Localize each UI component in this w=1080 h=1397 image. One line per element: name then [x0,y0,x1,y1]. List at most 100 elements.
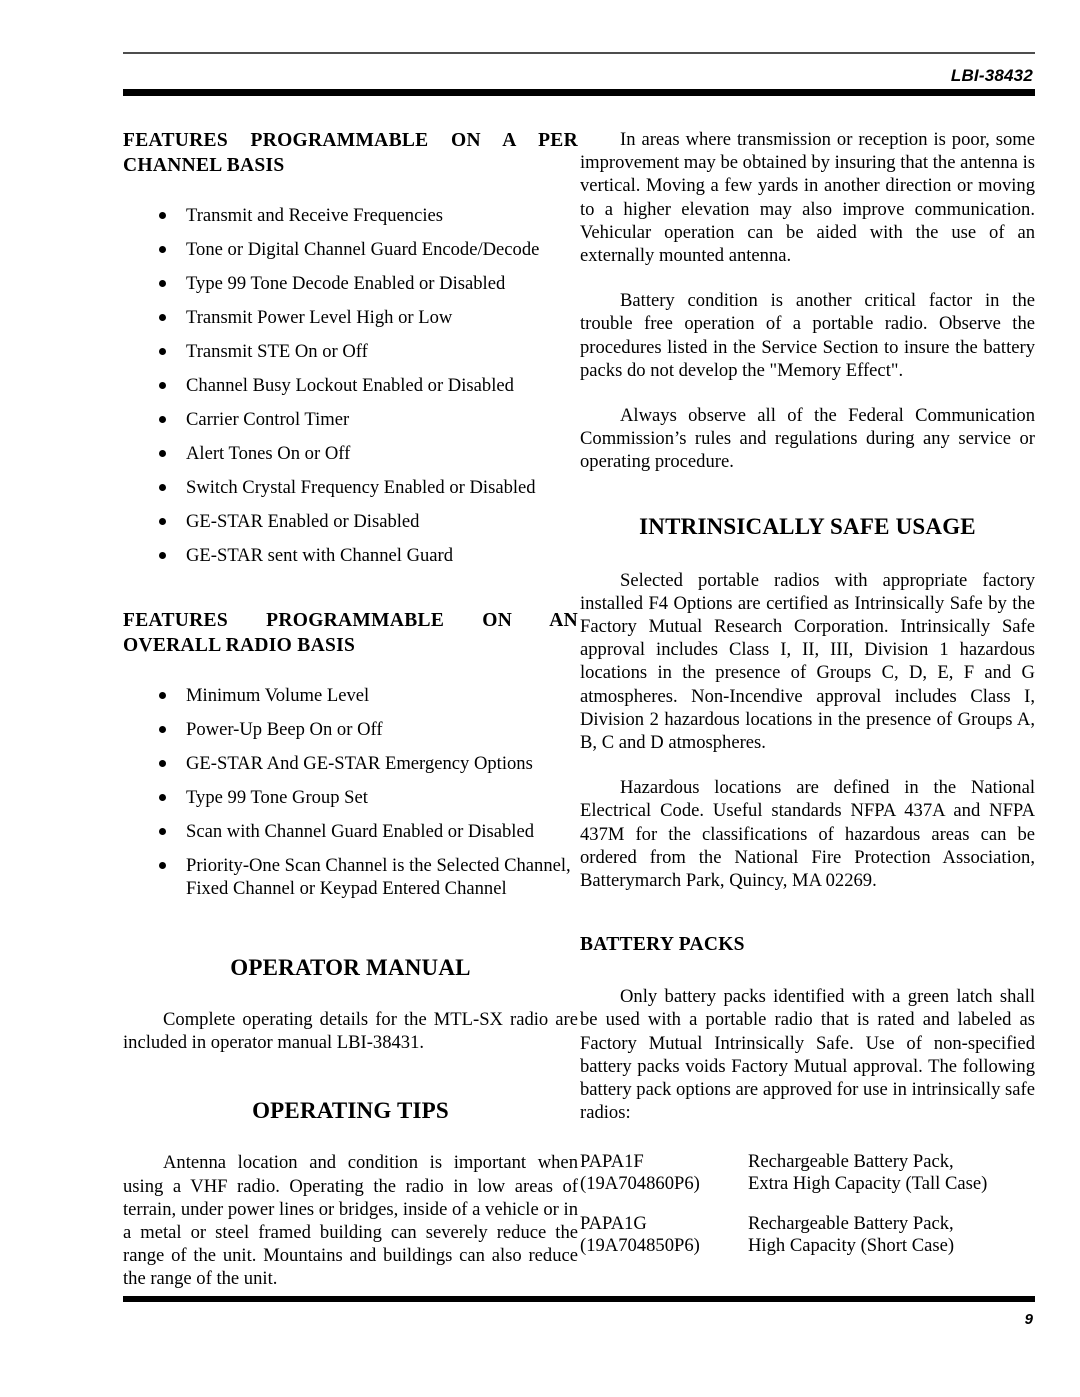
bullet-icon [159,314,166,321]
list-item: GE-STAR sent with Channel Guard [123,544,578,567]
bullet-icon [159,518,166,525]
bullet-icon [159,760,166,767]
page-number: 9 [1024,1311,1033,1328]
battery-description-line2: Extra High Capacity (Tall Case) [748,1172,988,1194]
bullet-icon [159,692,166,699]
paragraph-operating-tips: Antenna location and condition is import… [123,1152,578,1290]
page-footer: 9 [123,1296,1035,1328]
table-row-spacer [580,1195,1035,1213]
table-row: PAPA1F Rechargeable Battery Pack, [580,1151,1035,1173]
bullet-icon [159,280,166,287]
list-item-label: GE-STAR Enabled or Disabled [186,511,420,532]
battery-description-line2: High Capacity (Short Case) [748,1234,955,1256]
list-item-label: Type 99 Tone Decode Enabled or Disabled [186,273,506,294]
list-item-label: Minimum Volume Level [186,685,370,706]
heading-features-per-channel: FEATURES PROGRAMMABLE ON A PER CHANNEL B… [123,130,578,176]
list-item-label: Alert Tones On or Off [186,443,351,464]
heading-intrinsically-safe-usage: INTRINSICALLY SAFE USAGE [639,513,976,539]
heading-operator-manual: OPERATOR MANUAL [230,955,471,980]
paragraph-fcc-regulations: Always observe all of the Federal Commun… [580,405,1035,473]
heading-battery-packs: BATTERY PACKS [580,934,745,956]
list-item: GE-STAR Enabled or Disabled [123,510,578,533]
list-item-label: Channel Busy Lockout Enabled or Disabled [186,375,514,396]
list-item: Transmit Power Level High or Low [123,306,578,329]
battery-description-line1: Rechargeable Battery Pack, [748,1212,954,1234]
list-item: Transmit STE On or Off [123,340,578,363]
bullet-icon [159,348,166,355]
list-item: Type 99 Tone Decode Enabled or Disabled [123,272,578,295]
list-item-label: GE-STAR And GE-STAR Emergency Options [186,753,533,774]
document-page: LBI-38432 FEATURES PROGRAMMABLE ON A PER… [0,0,1080,1397]
bullet-icon [159,552,166,559]
list-item-label: Tone or Digital Channel Guard Encode/Dec… [186,239,540,260]
list-item-label: Carrier Control Timer [186,409,350,430]
list-item-label: Transmit STE On or Off [186,341,368,362]
heading-features-overall-radio: FEATURES PROGRAMMABLE ON AN OVERALL RADI… [123,610,578,656]
paragraph-battery-condition: Battery condition is another critical fa… [580,290,1035,381]
paragraph-antenna-guidance: In areas where transmission or reception… [580,129,1035,267]
bullet-icon [159,726,166,733]
list-item: Minimum Volume Level [123,684,578,707]
bullet-icon [159,484,166,491]
document-id-label: LBI-38432 [950,66,1033,85]
battery-model: PAPA1F [580,1150,644,1172]
list-item: Transmit and Receive Frequencies [123,204,578,227]
bullet-icon [159,416,166,423]
paragraph-battery-packs: Only battery packs identified with a gre… [580,986,1035,1124]
bullet-icon [159,828,166,835]
list-item: Scan with Channel Guard Enabled or Disab… [123,820,578,843]
paragraph-operator-manual: Complete operating details for the MTL-S… [123,1009,578,1054]
battery-options-table: PAPA1F Rechargeable Battery Pack, (19A70… [580,1151,1035,1257]
list-item: Power-Up Beep On or Off [123,718,578,741]
list-item: Type 99 Tone Group Set [123,786,578,809]
list-per-channel-features: Transmit and Receive Frequencies Tone or… [123,204,578,567]
list-item: Channel Busy Lockout Enabled or Disabled [123,374,578,397]
list-item-label: Power-Up Beep On or Off [186,719,383,740]
list-item: Priority-One Scan Channel is the Selecte… [123,854,578,900]
battery-part-number: (19A704850P6) [580,1234,700,1256]
battery-description-line1: Rechargeable Battery Pack, [748,1150,954,1172]
bullet-icon [159,212,166,219]
paragraph-intrinsically-safe: Selected portable radios with appropriat… [580,569,1035,754]
right-column: In areas where transmission or reception… [580,128,1035,1257]
bullet-icon [159,794,166,801]
battery-model: PAPA1G [580,1212,647,1234]
list-item-label: Transmit Power Level High or Low [186,307,453,328]
bullet-icon [159,246,166,253]
list-overall-radio-features: Minimum Volume Level Power-Up Beep On or… [123,684,578,900]
list-item: Carrier Control Timer [123,408,578,431]
list-item-label: Switch Crystal Frequency Enabled or Disa… [186,477,536,498]
list-item-label: GE-STAR sent with Channel Guard [186,545,454,566]
list-item: GE-STAR And GE-STAR Emergency Options [123,752,578,775]
heading-operating-tips: OPERATING TIPS [252,1098,449,1124]
battery-part-number: (19A704860P6) [580,1172,700,1194]
header-thick-rule [123,89,1035,96]
bullet-icon [159,382,166,389]
bullet-icon [159,450,166,457]
list-item-label: Transmit and Receive Frequencies [186,205,443,226]
list-item: Alert Tones On or Off [123,442,578,465]
table-row: PAPA1G Rechargeable Battery Pack, [580,1213,1035,1235]
left-column: FEATURES PROGRAMMABLE ON A PER CHANNEL B… [123,128,578,1291]
list-item-label: Type 99 Tone Group Set [186,787,368,808]
bullet-icon [159,862,166,869]
page-header: LBI-38432 [123,52,1035,96]
paragraph-hazardous-locations: Hazardous locations are defined in the N… [580,777,1035,892]
list-item-label: Scan with Channel Guard Enabled or Disab… [186,821,535,842]
list-item-label: Priority-One Scan Channel is the Selecte… [186,855,571,899]
list-item: Switch Crystal Frequency Enabled or Disa… [123,476,578,499]
